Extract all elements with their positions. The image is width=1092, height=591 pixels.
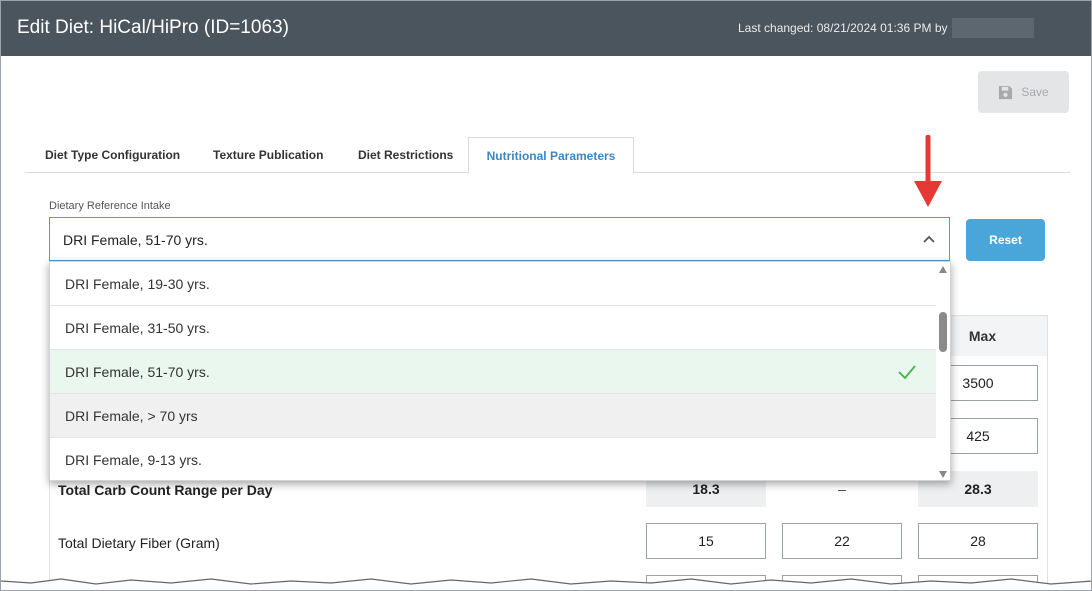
torn-edge — [1, 578, 1091, 590]
tab-nutritional-parameters[interactable]: Nutritional Parameters — [468, 137, 634, 174]
dri-select[interactable]: DRI Female, 51-70 yrs. — [49, 217, 950, 261]
fiber-target-input[interactable]: 22 — [782, 523, 902, 559]
dri-option-hovered[interactable]: DRI Female, > 70 yrs — [50, 394, 937, 438]
carb-range-label: Total Carb Count Range per Day — [58, 482, 273, 498]
tab-diet-restrictions[interactable]: Diet Restrictions — [358, 137, 453, 173]
dri-select-value: DRI Female, 51-70 yrs. — [63, 232, 208, 248]
tab-diet-type-configuration[interactable]: Diet Type Configuration — [45, 137, 180, 173]
scroll-up-arrow-icon[interactable] — [939, 266, 947, 273]
dri-field-label: Dietary Reference Intake — [49, 200, 171, 212]
check-icon — [898, 365, 916, 380]
scroll-thumb[interactable] — [939, 312, 947, 352]
redacted-username — [952, 18, 1034, 38]
dri-option[interactable]: DRI Female, 9-13 yrs. — [50, 438, 937, 480]
dri-option[interactable]: DRI Female, 19-30 yrs. — [50, 262, 937, 306]
chevron-up-icon[interactable] — [921, 231, 937, 247]
dri-option-label: DRI Female, 19-30 yrs. — [65, 276, 210, 292]
save-button[interactable]: Save — [978, 71, 1069, 113]
app-window: Edit Diet: HiCal/HiPro (ID=1063) Last ch… — [0, 0, 1092, 591]
last-changed-text: Last changed: 08/21/2024 01:36 PM by — [738, 21, 948, 35]
fiber-min-input[interactable]: 15 — [646, 523, 766, 559]
tab-texture-publication[interactable]: Texture Publication — [213, 137, 323, 173]
floppy-disk-icon — [999, 85, 1013, 99]
annotation-arrow-icon — [914, 135, 942, 207]
dri-option-label: DRI Female, 31-50 yrs. — [65, 320, 210, 336]
save-button-label: Save — [1021, 85, 1049, 99]
fiber-label: Total Dietary Fiber (Gram) — [58, 535, 220, 551]
dri-dropdown-list: DRI Female, 19-30 yrs. DRI Female, 31-50… — [49, 261, 951, 481]
dropdown-scrollbar[interactable] — [936, 262, 950, 480]
scroll-down-arrow-icon[interactable] — [939, 471, 947, 478]
dri-option-label: DRI Female, 51-70 yrs. — [65, 364, 210, 380]
dri-option-selected[interactable]: DRI Female, 51-70 yrs. — [50, 350, 937, 394]
page-title: Edit Diet: HiCal/HiPro (ID=1063) — [17, 17, 289, 38]
reset-button[interactable]: Reset — [966, 219, 1045, 261]
dri-option-label: DRI Female, > 70 yrs — [65, 408, 198, 424]
fiber-max-input[interactable]: 28 — [918, 523, 1038, 559]
dri-option-label: DRI Female, 9-13 yrs. — [65, 452, 202, 468]
page-header: Edit Diet: HiCal/HiPro (ID=1063) Last ch… — [1, 1, 1091, 56]
dri-option[interactable]: DRI Female, 31-50 yrs. — [50, 306, 937, 350]
